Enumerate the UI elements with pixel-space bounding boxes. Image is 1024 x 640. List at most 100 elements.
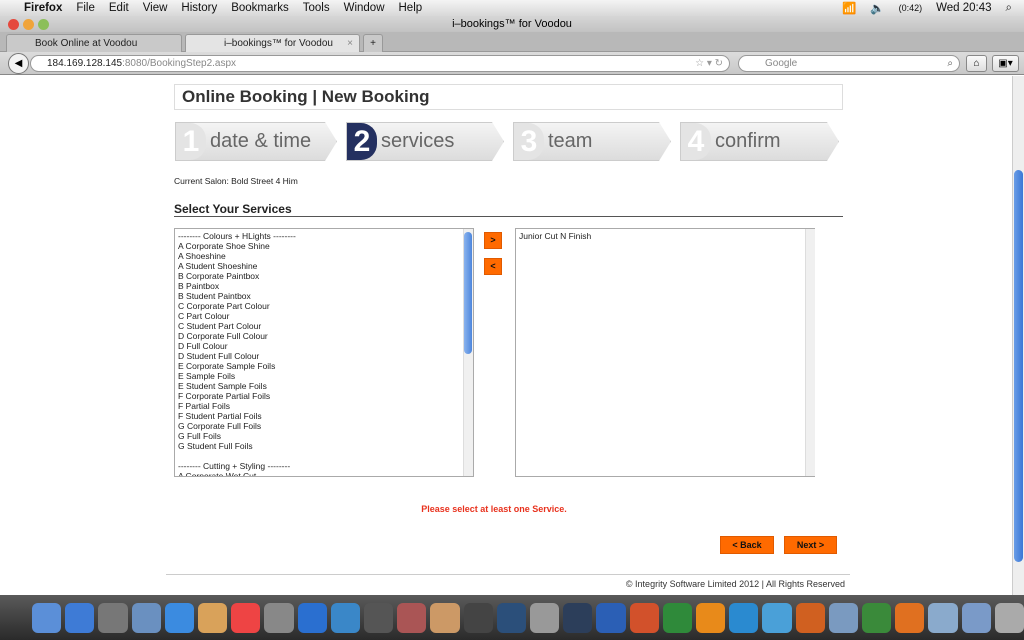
bookmark-star-icon[interactable]: ☆ ▾ ↻	[695, 56, 723, 71]
list-item[interactable]: A Student Shoeshine	[178, 261, 470, 271]
list-item[interactable]: C Student Part Colour	[178, 321, 470, 331]
list-scrollbar[interactable]	[805, 229, 815, 476]
list-item[interactable]: F Student Partial Foils	[178, 411, 470, 421]
excel-icon[interactable]	[662, 602, 693, 633]
firefox-icon[interactable]	[895, 602, 925, 633]
dashboard-icon[interactable]	[98, 602, 128, 633]
list-item[interactable]: Junior Cut N Finish	[519, 231, 811, 241]
next-button[interactable]: Next >	[784, 536, 837, 554]
list-item[interactable]: A Corporate Wet Cut	[178, 471, 470, 476]
communicator-icon[interactable]	[729, 602, 759, 633]
iphoto-icon[interactable]	[330, 602, 361, 633]
selected-services-list[interactable]: Junior Cut N Finish	[515, 228, 815, 477]
page-title: Online Booking | New Booking	[174, 84, 843, 110]
trash-icon[interactable]	[994, 602, 1024, 633]
list-item[interactable]: A Corporate Shoe Shine	[178, 241, 470, 251]
available-services-list[interactable]: -------- Colours + HLights -------- A Cor…	[174, 228, 474, 477]
back-button[interactable]: < Back	[720, 536, 774, 554]
url-path: :8080/BookingStep2.aspx	[122, 58, 237, 69]
list-item[interactable]: -------- Colours + HLights --------	[178, 231, 470, 241]
url-bar[interactable]: 184.169.128.145:8080/BookingStep2.aspx ☆ …	[30, 55, 730, 72]
list-item[interactable]: E Corporate Sample Foils	[178, 361, 470, 371]
clock[interactable]: Wed 20:43	[936, 2, 991, 14]
itunes-icon[interactable]	[297, 602, 327, 633]
downloads-icon[interactable]	[961, 602, 991, 633]
address-book-icon[interactable]	[198, 602, 228, 633]
volume-icon[interactable]: 🔈	[870, 1, 884, 15]
list-item[interactable]: D Corporate Full Colour	[178, 331, 470, 341]
outlook-icon[interactable]	[696, 602, 726, 633]
current-salon: Current Salon: Bold Street 4 Him	[174, 176, 298, 186]
list-item[interactable]: D Student Full Colour	[178, 351, 470, 361]
preview-icon[interactable]	[131, 602, 161, 633]
list-scrollbar-thumb[interactable]	[464, 232, 472, 354]
lightroom-icon[interactable]	[563, 602, 593, 633]
list-item[interactable]: C Part Colour	[178, 311, 470, 321]
search-placeholder: Google	[765, 58, 798, 69]
imovie-icon[interactable]	[364, 602, 394, 633]
list-item[interactable]: A Shoeshine	[178, 251, 470, 261]
list-item[interactable]: C Corporate Part Colour	[178, 301, 470, 311]
list-item[interactable]: B Paintbox	[178, 281, 470, 291]
garageband-icon[interactable]	[397, 602, 427, 633]
scrollbar-thumb[interactable]	[1014, 170, 1023, 562]
list-item[interactable]: D Full Colour	[178, 341, 470, 351]
navigation-bar: ◀ 184.169.128.145:8080/BookingStep2.aspx…	[0, 52, 1024, 75]
menu-help[interactable]: Help	[399, 2, 423, 14]
close-tab-icon[interactable]: ×	[347, 35, 353, 53]
list-item[interactable]: B Student Paintbox	[178, 291, 470, 301]
list-item[interactable]: G Corporate Full Foils	[178, 421, 470, 431]
home-button[interactable]: ⌂	[966, 55, 987, 72]
keynote-icon[interactable]	[430, 602, 460, 633]
time-machine-icon[interactable]	[496, 602, 527, 633]
menu-file[interactable]: File	[76, 2, 95, 14]
list-item[interactable]: G Full Foils	[178, 431, 470, 441]
remove-service-button[interactable]: <	[484, 258, 502, 275]
battery-status[interactable]: (0:42)	[899, 3, 923, 13]
list-item[interactable]: E Student Sample Foils	[178, 381, 470, 391]
photo-booth-2-icon[interactable]	[463, 602, 493, 633]
network-icon[interactable]	[762, 602, 792, 633]
word-icon[interactable]	[596, 602, 626, 633]
minimize-window-button[interactable]	[23, 19, 34, 30]
menu-view[interactable]: View	[143, 2, 168, 14]
search-icon[interactable]: ⌕	[947, 56, 953, 71]
step-services: 2 services	[346, 122, 504, 161]
list-item[interactable]: B Corporate Paintbox	[178, 271, 470, 281]
folder-icon[interactable]	[928, 602, 958, 633]
app-store-icon[interactable]	[65, 602, 95, 633]
menu-edit[interactable]: Edit	[109, 2, 129, 14]
list-item[interactable]: G Student Full Foils	[178, 441, 470, 451]
bookmarks-menu-button[interactable]: ▣▾	[992, 55, 1019, 72]
list-item[interactable]	[178, 451, 470, 461]
tab-book-online[interactable]: Book Online at Voodou Liverpo...×	[6, 34, 182, 67]
pages-icon[interactable]	[828, 602, 859, 633]
powerpoint-icon[interactable]	[629, 602, 659, 633]
close-window-button[interactable]	[8, 19, 19, 30]
wifi-icon[interactable]: 📶	[842, 1, 856, 15]
menu-history[interactable]: History	[181, 2, 217, 14]
menu-bookmarks[interactable]: Bookmarks	[231, 2, 289, 14]
menu-bar: Firefox File Edit View History Bookmarks…	[0, 0, 1024, 16]
search-input[interactable]: Google ⌕	[738, 55, 960, 72]
back-arrow-icon[interactable]: ◀	[8, 53, 29, 74]
safari-icon[interactable]	[164, 602, 195, 633]
menu-tools[interactable]: Tools	[303, 2, 330, 14]
new-tab-button[interactable]: +	[363, 34, 383, 52]
spotlight-icon[interactable]: ⌕	[1006, 2, 1012, 15]
tab-i-bookings[interactable]: i–bookings™ for Voodou ×	[185, 34, 360, 52]
list-item[interactable]: F Partial Foils	[178, 401, 470, 411]
list-item[interactable]: -------- Cutting + Styling --------	[178, 461, 470, 471]
add-service-button[interactable]: >	[484, 232, 502, 249]
system-preferences-icon[interactable]	[530, 602, 560, 633]
numbers-icon[interactable]	[862, 602, 892, 633]
list-item[interactable]: F Corporate Partial Foils	[178, 391, 470, 401]
photo-booth-icon[interactable]	[264, 602, 294, 633]
list-item[interactable]: E Sample Foils	[178, 371, 470, 381]
menu-app[interactable]: Firefox	[24, 2, 62, 14]
ical-icon[interactable]	[231, 602, 261, 633]
keynote-2-icon[interactable]	[795, 602, 825, 633]
finder-icon[interactable]	[32, 602, 62, 633]
menu-window[interactable]: Window	[344, 2, 385, 14]
zoom-window-button[interactable]	[38, 19, 49, 30]
